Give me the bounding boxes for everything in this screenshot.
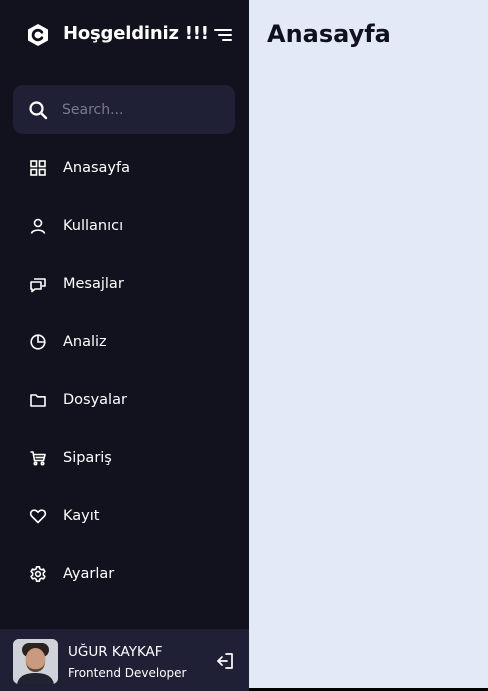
- sidebar-item-dosyalar[interactable]: Dosyalar: [13, 378, 235, 422]
- sidebar-item-label: Mesajlar: [63, 276, 124, 292]
- logout-icon[interactable]: [215, 651, 235, 671]
- gear-icon: [29, 565, 47, 583]
- sidebar-item-kayit[interactable]: Kayıt: [13, 494, 235, 538]
- sidebar: Hoşgeldiniz !!! Anasayfa: [0, 0, 249, 691]
- heart-icon: [29, 507, 47, 525]
- brand-title: Hoşgeldiniz !!!: [63, 23, 209, 44]
- sidebar-item-label: Sipariş: [63, 450, 112, 466]
- grid-icon: [29, 159, 47, 177]
- pie-chart-icon: [29, 333, 47, 351]
- main-content: Anasayfa: [249, 0, 488, 688]
- sidebar-item-label: Kayıt: [63, 508, 100, 524]
- profile-role: Frontend Developer: [68, 666, 187, 680]
- sidebar-item-label: Anasayfa: [63, 160, 131, 176]
- user-icon: [29, 217, 47, 235]
- sidebar-item-ayarlar[interactable]: Ayarlar: [13, 552, 235, 596]
- sidebar-item-label: Kullanıcı: [63, 218, 124, 234]
- chat-icon: [29, 275, 47, 293]
- search-box: [13, 85, 235, 134]
- search-input[interactable]: [62, 95, 222, 124]
- sidebar-header: Hoşgeldiniz !!!: [0, 0, 249, 70]
- page-title: Anasayfa: [267, 20, 391, 48]
- sidebar-item-siparis[interactable]: Sipariş: [13, 436, 235, 480]
- search-icon[interactable]: [28, 100, 48, 120]
- profile-name: UĞUR KAYKAF: [68, 644, 163, 660]
- sidebar-item-kullanici[interactable]: Kullanıcı: [13, 204, 235, 248]
- sidebar-item-anasayfa[interactable]: Anasayfa: [13, 146, 235, 190]
- profile-section: UĞUR KAYKAF Frontend Developer: [0, 629, 249, 691]
- sidebar-item-label: Analiz: [63, 334, 107, 350]
- avatar: [13, 639, 58, 684]
- cart-icon: [29, 449, 47, 467]
- c-logo-icon: [26, 23, 50, 47]
- sidebar-item-analiz[interactable]: Analiz: [13, 320, 235, 364]
- sidebar-item-label: Ayarlar: [63, 566, 115, 582]
- menu-toggle-icon[interactable]: [212, 26, 234, 44]
- sidebar-item-label: Dosyalar: [63, 392, 127, 408]
- sidebar-item-mesajlar[interactable]: Mesajlar: [13, 262, 235, 306]
- folder-icon: [29, 391, 47, 409]
